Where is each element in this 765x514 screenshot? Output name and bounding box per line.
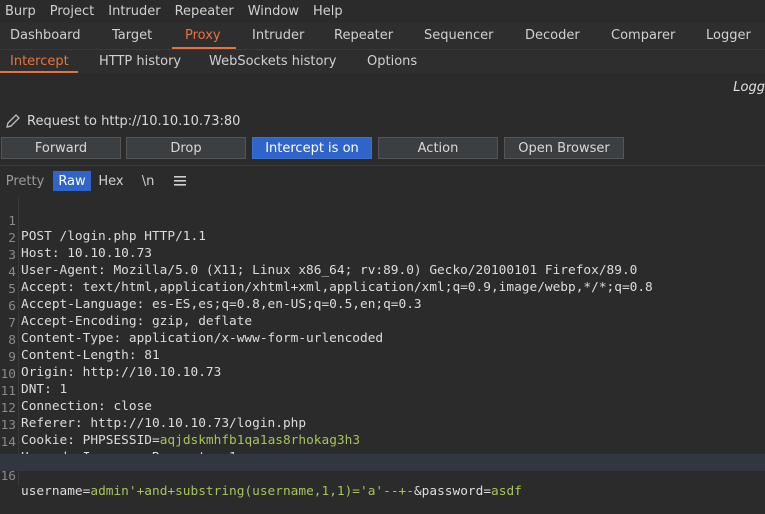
hamburger-menu-icon[interactable] [168, 171, 192, 191]
tab-proxy[interactable]: Proxy [185, 28, 221, 43]
toolbar-area [0, 73, 765, 107]
view-hex[interactable]: Hex [92, 171, 130, 191]
line-number: 16 [0, 469, 16, 484]
param-name: username [21, 484, 83, 499]
menu-project[interactable]: Project [45, 4, 100, 19]
request-line: 2 Host: 10.10.10.73 [0, 216, 765, 261]
body-params: username=admin'+and+substring(username,1… [21, 484, 522, 499]
request-line: 15 [0, 437, 765, 467]
param-value: admin'+and+substring(username,1,1)='a'--… [90, 484, 414, 499]
menu-help[interactable]: Help [308, 4, 349, 19]
view-newline-toggle[interactable]: \n [134, 171, 162, 191]
pencil-icon[interactable] [4, 112, 22, 130]
request-line: 12 Referer: http://10.10.10.73/login.php [0, 386, 765, 431]
menu-burp[interactable]: Burp [0, 4, 42, 19]
tab-websockets-history[interactable]: WebSockets history [209, 54, 336, 69]
request-line: 8 Content-Length: 81 [0, 318, 765, 363]
menu-bar: Burp Project Intruder Repeater Window He… [0, 0, 765, 23]
tab-target[interactable]: Target [112, 28, 152, 43]
tab-decoder[interactable]: Decoder [525, 28, 580, 43]
open-browser-button[interactable]: Open Browser [504, 137, 624, 159]
request-line: 13 Cookie: PHPSESSID=aqjdskmhfb1qa1as8rh… [0, 403, 765, 448]
param-equals: = [82, 484, 91, 499]
menu-intruder[interactable]: Intruder [103, 4, 166, 19]
menu-window[interactable]: Window [243, 4, 305, 19]
menu-lines-icon [174, 176, 186, 186]
request-line: 3 User-Agent: Mozilla/5.0 (X11; Linux x8… [0, 233, 765, 278]
tab-intruder[interactable]: Intruder [252, 28, 304, 43]
logger-label: Logg [733, 80, 765, 95]
intercept-toggle-button[interactable]: Intercept is on [252, 137, 372, 159]
tab-repeater[interactable]: Repeater [334, 28, 393, 43]
tab-http-history[interactable]: HTTP history [99, 54, 181, 69]
view-pretty[interactable]: Pretty [2, 171, 48, 191]
param-equals: = [483, 484, 492, 499]
request-body-line: 16 username=admin'+and+substring(usernam… [0, 454, 765, 499]
request-line: 11 Connection: close [0, 369, 765, 414]
param-separator: & [413, 484, 422, 499]
sub-tab-bar: Intercept HTTP history WebSockets histor… [0, 49, 765, 74]
action-button[interactable]: Action [378, 137, 498, 159]
tab-intercept[interactable]: Intercept [10, 54, 69, 69]
request-line: 6 Accept-Encoding: gzip, deflate [0, 284, 765, 329]
request-line: 7 Content-Type: application/x-www-form-u… [0, 301, 765, 346]
tab-dashboard[interactable]: Dashboard [10, 28, 81, 43]
tab-sequencer[interactable]: Sequencer [424, 28, 493, 43]
param-name: password [421, 484, 484, 499]
tab-options[interactable]: Options [367, 54, 417, 69]
request-line: 4 Accept: text/html,application/xhtml+xm… [0, 250, 765, 295]
request-line: 1 POST /login.php HTTP/1.1 [0, 199, 765, 244]
tab-comparer[interactable]: Comparer [611, 28, 675, 43]
request-line: 10 DNT: 1 [0, 352, 765, 397]
request-line: 14 Upgrade-Insecure-Requests: 1 [0, 420, 765, 465]
request-line: 5 Accept-Language: es-ES,es;q=0.8,en-US;… [0, 267, 765, 312]
main-tab-bar: Dashboard Target Proxy Intruder Repeater… [0, 23, 765, 49]
view-raw[interactable]: Raw [53, 171, 91, 191]
tab-logger[interactable]: Logger [706, 28, 751, 43]
drop-button[interactable]: Drop [126, 137, 246, 159]
request-editor[interactable]: 1 POST /login.php HTTP/1.1 2 Host: 10.10… [0, 197, 765, 499]
request-target-label: Request to http://10.10.10.73:80 [27, 113, 241, 129]
menu-repeater[interactable]: Repeater [170, 4, 240, 19]
request-line: 9 Origin: http://10.10.10.73 [0, 335, 765, 380]
divider [0, 165, 765, 166]
forward-button[interactable]: Forward [1, 137, 121, 159]
param-value: asdf [491, 484, 522, 499]
request-info: Request to http://10.10.10.73:80 [0, 110, 240, 132]
